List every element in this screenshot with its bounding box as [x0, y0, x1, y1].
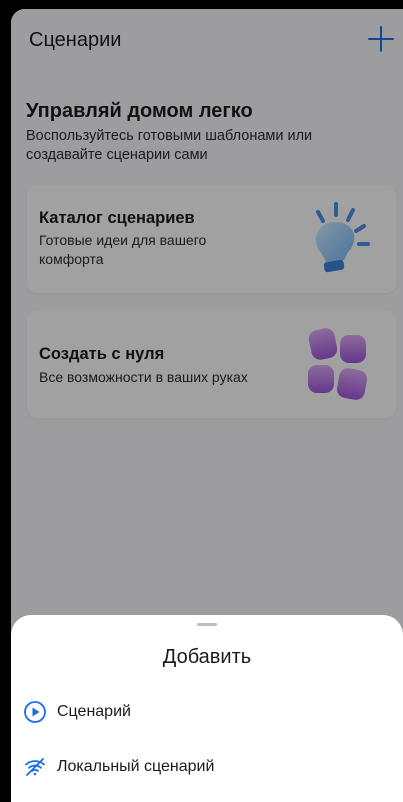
sheet-drag-handle[interactable]	[197, 623, 217, 626]
option-local-scenario[interactable]: Локальный сценарий	[11, 745, 403, 789]
option-label: Сценарий	[57, 703, 131, 720]
play-circle-icon	[24, 701, 46, 723]
sheet-title: Добавить	[162, 646, 252, 668]
option-scenario[interactable]: Сценарий	[11, 690, 403, 734]
wifi-off-icon	[25, 758, 45, 776]
add-bottom-sheet: Добавить Сценарий Локальный сценарий	[11, 615, 403, 802]
app-frame: Сценарии Управляй домом легко Воспользуй…	[11, 9, 403, 802]
option-label: Локальный сценарий	[57, 758, 215, 775]
